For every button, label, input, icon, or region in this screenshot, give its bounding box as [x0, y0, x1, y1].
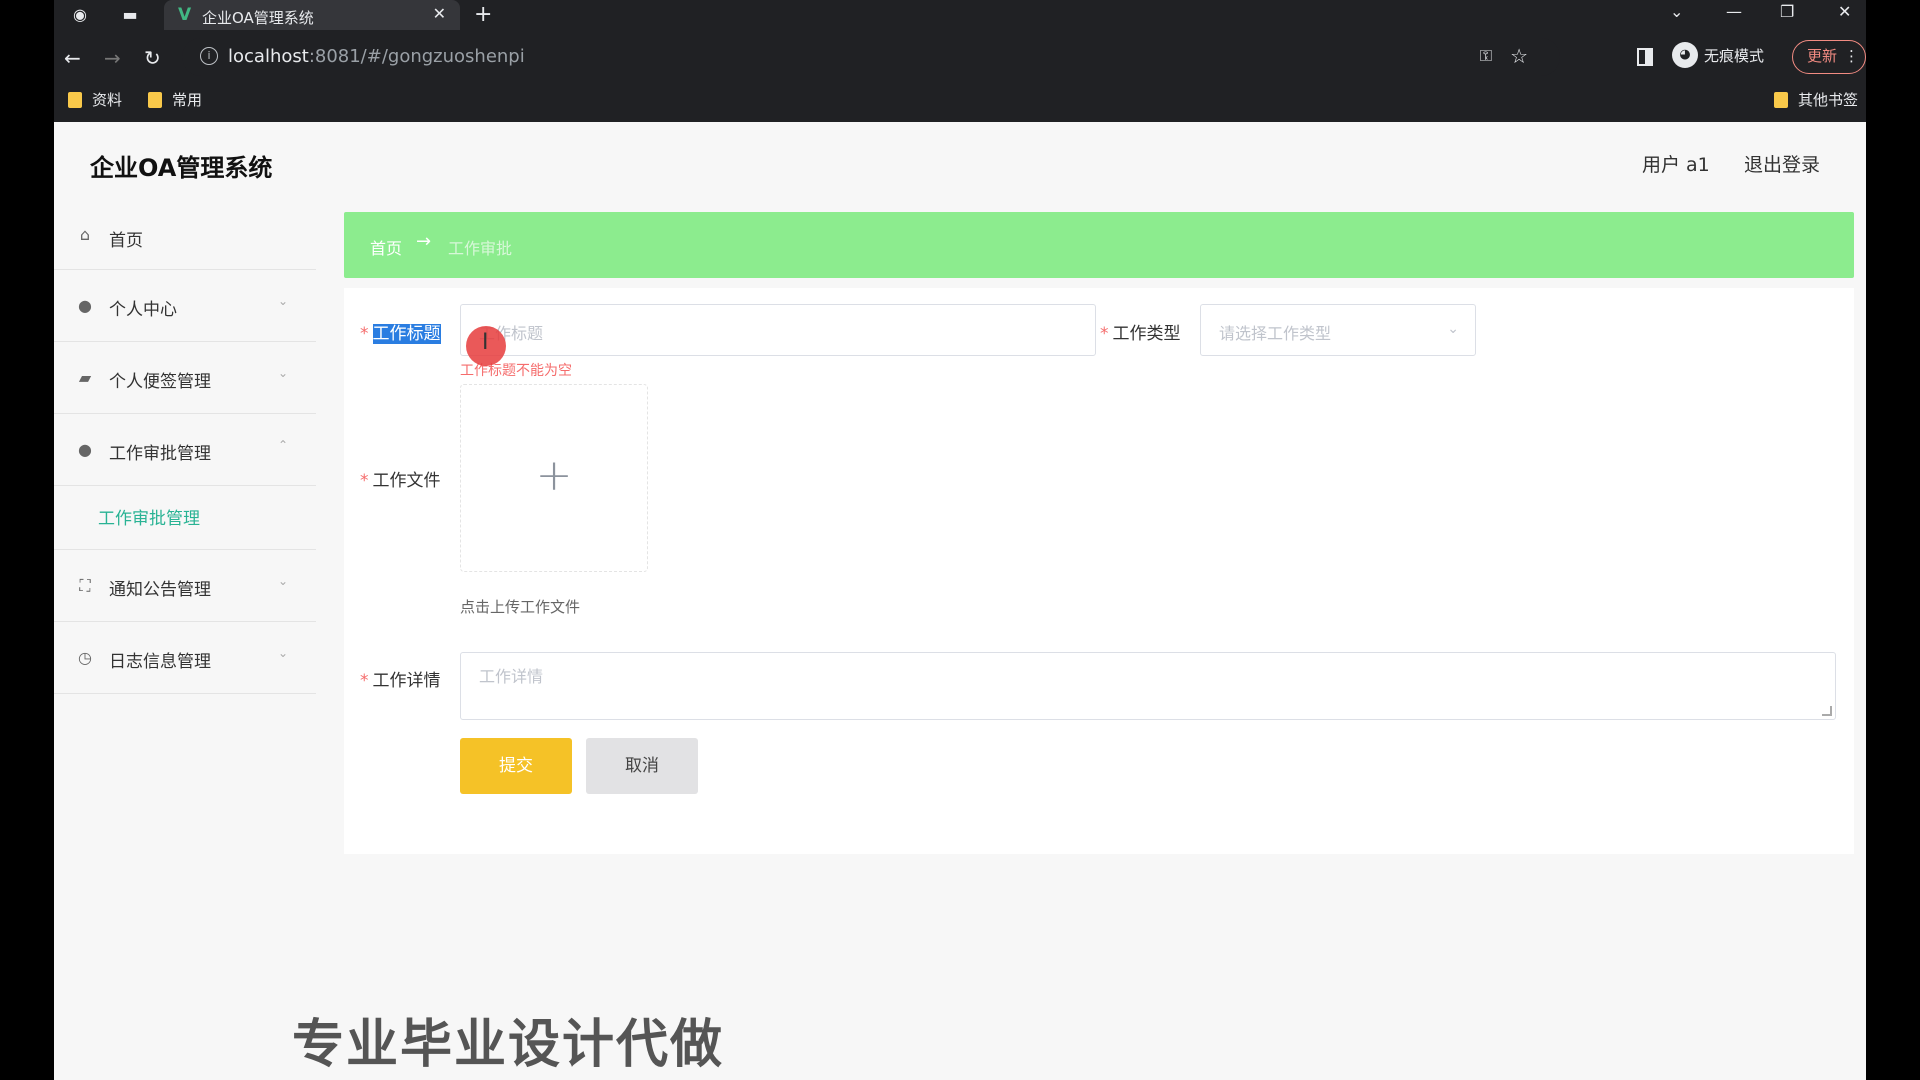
site-info-icon[interactable]: i: [200, 47, 218, 65]
back-icon[interactable]: ←: [64, 46, 81, 70]
file-label: * 工作文件: [360, 471, 441, 491]
sidebar-item-personal-center[interactable]: ● 个人中心 ⌄: [54, 270, 316, 342]
folder-icon: [68, 91, 82, 108]
browser-tab[interactable]: V 企业OA管理系统 ✕: [164, 0, 460, 30]
browser-chrome: ◉ ▬ V 企业OA管理系统 ✕ + ⌄ — ❐ ✕ ← → ↻ i local…: [54, 0, 1866, 122]
folder-icon: [1774, 91, 1788, 108]
chevron-down-icon: ⌄: [1447, 321, 1459, 337]
watermark-text: 专业毕业设计代做: [292, 1015, 725, 1075]
expand-icon: ⛶: [79, 576, 91, 595]
restore-icon[interactable]: ❐: [1780, 2, 1794, 21]
detail-label: * 工作详情: [360, 671, 441, 691]
browser-toolbar: ← → ↻ i localhost:8081/#/gongzuoshenpi ⚿…: [54, 38, 1866, 80]
bookmark-star-icon[interactable]: ☆: [1510, 44, 1528, 68]
bookmarks-bar: 资料 常用 其他书签: [54, 86, 1866, 114]
chevron-up-icon: ⌃: [277, 438, 288, 452]
reload-icon[interactable]: ↻: [144, 46, 161, 70]
type-label: * 工作类型: [1100, 324, 1181, 344]
tab-title: 企业OA管理系统: [202, 9, 314, 27]
other-bookmarks[interactable]: 其他书签: [1774, 89, 1858, 110]
forward-icon[interactable]: →: [104, 46, 121, 70]
sidebar-subitem-approval[interactable]: 工作审批管理: [54, 486, 316, 550]
user-icon: ●: [78, 440, 92, 459]
chevron-down-icon: ⌄: [277, 646, 288, 660]
app-page: 企业OA管理系统 用户 a1 退出登录 ⌂ 首页 ● 个人中心 ⌄ ▰ 个人便签…: [54, 122, 1866, 1080]
text-cursor-icon: I: [482, 330, 489, 355]
sidebar: ⌂ 首页 ● 个人中心 ⌄ ▰ 个人便签管理 ⌄ ● 工作审批管理 ⌃ 工作审批…: [54, 204, 316, 694]
type-select[interactable]: 请选择工作类型 ⌄: [1200, 304, 1476, 356]
detail-textarea[interactable]: 工作详情: [460, 652, 1836, 720]
chevron-down-icon: ⌄: [277, 574, 288, 588]
logout-link[interactable]: 退出登录: [1744, 150, 1820, 177]
breadcrumb-home[interactable]: 首页: [370, 235, 402, 259]
folder-icon: [148, 91, 162, 108]
resize-grip-icon[interactable]: [1822, 706, 1832, 716]
app-title: 企业OA管理系统: [90, 154, 273, 182]
more-menu-icon[interactable]: ⋮: [1844, 41, 1859, 72]
sidebar-item-logs[interactable]: ◷ 日志信息管理 ⌄: [54, 622, 316, 694]
incognito-indicator[interactable]: ◕ 无痕模式: [1672, 42, 1764, 72]
sidebar-item-home[interactable]: ⌂ 首页: [54, 204, 316, 270]
tab-close-icon[interactable]: ✕: [433, 4, 446, 23]
submit-button[interactable]: 提交: [460, 738, 572, 794]
breadcrumb: 首页 → 工作审批: [344, 212, 1854, 278]
approval-form: * 工作标题 工作标题 工作标题不能为空 * 工作类型 请选择工作类型 ⌄ * 工作文…: [344, 288, 1854, 854]
briefcase-icon: ▰: [78, 368, 92, 387]
tab-search-icon[interactable]: ▬: [118, 3, 142, 27]
tab-strip: ◉ ▬ V 企业OA管理系统 ✕ + ⌄ — ❐ ✕: [54, 0, 1866, 30]
password-key-icon[interactable]: ⚿: [1480, 46, 1492, 66]
bookmark-folder-1[interactable]: 资料: [68, 89, 122, 110]
minimize-icon[interactable]: —: [1726, 2, 1742, 21]
chevron-down-icon: ⌄: [277, 294, 288, 308]
close-window-icon[interactable]: ✕: [1838, 2, 1851, 21]
cancel-button[interactable]: 取消: [586, 738, 698, 794]
sidebar-item-notes[interactable]: ▰ 个人便签管理 ⌄: [54, 342, 316, 414]
update-button[interactable]: 更新 ⋮: [1792, 40, 1866, 74]
address-bar[interactable]: i localhost:8081/#/gongzuoshenpi ⚿ ☆: [182, 38, 1560, 76]
incognito-icon: ◕: [1672, 42, 1698, 68]
file-uploader[interactable]: +: [460, 384, 648, 572]
vue-logo-icon: V: [178, 5, 192, 25]
user-icon: ●: [78, 296, 92, 315]
breadcrumb-current: 工作审批: [448, 239, 513, 258]
sidebar-item-approval[interactable]: ● 工作审批管理 ⌃: [54, 414, 316, 486]
clock-icon: ◷: [78, 648, 92, 667]
current-user: 用户 a1: [1642, 154, 1710, 176]
url-text: localhost:8081/#/gongzuoshenpi: [228, 46, 525, 67]
plus-icon: +: [535, 450, 573, 501]
side-panel-icon[interactable]: [1637, 48, 1653, 66]
new-tab-icon[interactable]: +: [474, 2, 492, 27]
bookmark-folder-2[interactable]: 常用: [148, 89, 202, 110]
upload-hint: 点击上传工作文件: [460, 598, 581, 616]
browser-menu-icon[interactable]: ◉: [68, 3, 92, 27]
title-input[interactable]: 工作标题: [460, 304, 1096, 356]
breadcrumb-arrow-icon: →: [416, 231, 432, 252]
chevron-down-icon: ⌄: [277, 366, 288, 380]
home-icon: ⌂: [79, 225, 91, 244]
app-header: 企业OA管理系统 用户 a1 退出登录: [54, 122, 1866, 204]
tab-list-icon[interactable]: ⌄: [1670, 2, 1683, 21]
sidebar-item-notices[interactable]: ⛶ 通知公告管理 ⌄: [54, 550, 316, 622]
title-label: * 工作标题: [360, 324, 441, 344]
